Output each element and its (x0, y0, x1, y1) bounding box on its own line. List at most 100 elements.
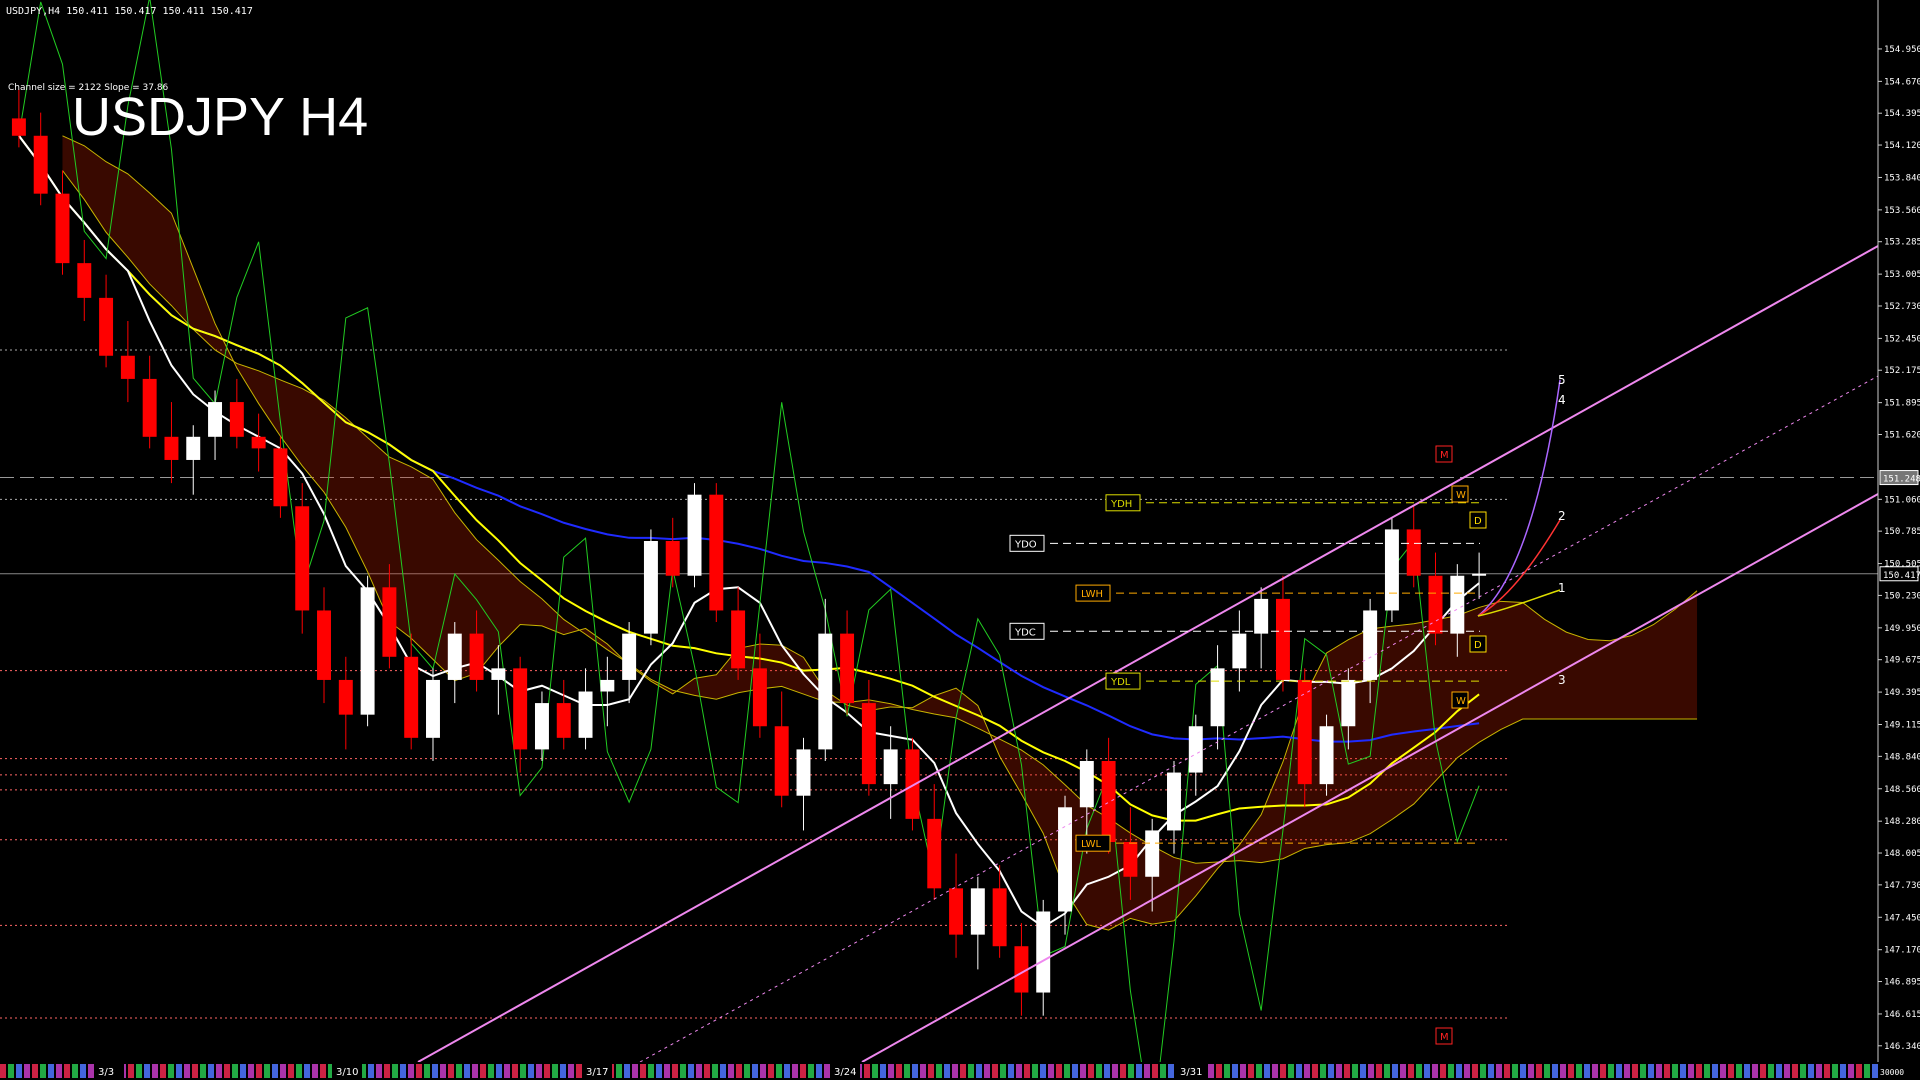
candle-body[interactable] (229, 402, 244, 437)
time-strip-cell (528, 1064, 534, 1078)
candle-body[interactable] (1472, 573, 1487, 576)
candle-body[interactable] (752, 668, 767, 727)
chart-title: USDJPY H4 (72, 87, 368, 147)
candle-body[interactable] (360, 587, 375, 715)
time-strip-cell (1048, 1064, 1054, 1078)
candle-body[interactable] (142, 378, 157, 437)
price-chart[interactable]: 5 4 2 1 3 YDH YDO LWH YDC YDL LWL M W D D W M 154.950 154… (0, 0, 1920, 1080)
candle-body[interactable] (600, 679, 615, 692)
candle-body[interactable] (164, 436, 179, 460)
candle-body[interactable] (1232, 633, 1247, 669)
time-strip-cell (1760, 1064, 1766, 1078)
candle-body[interactable] (992, 888, 1007, 947)
candle-body[interactable] (731, 610, 746, 669)
pivot-box-text: D (1474, 516, 1482, 527)
candle-body[interactable] (251, 436, 266, 449)
time-strip-cell (512, 1064, 518, 1078)
candle-body[interactable] (970, 888, 985, 935)
candle-body[interactable] (186, 436, 201, 460)
candle-body[interactable] (273, 448, 288, 507)
time-strip-cell (376, 1064, 382, 1078)
candle-body[interactable] (382, 587, 397, 657)
candle-body[interactable] (1123, 842, 1138, 877)
time-strip-cell (776, 1064, 782, 1078)
candle-body[interactable] (1384, 529, 1399, 611)
candle-body[interactable] (338, 679, 353, 715)
candle-body[interactable] (840, 633, 855, 704)
time-strip-cell (1544, 1064, 1550, 1078)
candle-body[interactable] (469, 633, 484, 680)
candle-body[interactable] (861, 703, 876, 785)
x-tick-label: 3/10 (336, 1067, 358, 1078)
candle-body[interactable] (33, 135, 48, 194)
candle-body[interactable] (99, 297, 114, 356)
time-strip-cell (712, 1064, 718, 1078)
time-strip-cell (1224, 1064, 1230, 1078)
candle-body[interactable] (1254, 598, 1269, 634)
candle-body[interactable] (774, 726, 789, 796)
candle-body[interactable] (1167, 772, 1181, 831)
time-strip-cell (1712, 1064, 1718, 1078)
candle-body[interactable] (1428, 575, 1443, 634)
candle-body[interactable] (578, 691, 593, 738)
candle-body[interactable] (1058, 807, 1072, 912)
candle-body[interactable] (818, 633, 833, 750)
candle-body[interactable] (11, 118, 26, 136)
time-strip-cell (1288, 1064, 1294, 1078)
candle-body[interactable] (1101, 760, 1116, 843)
candle-body[interactable] (1319, 726, 1334, 785)
candle-body[interactable] (709, 494, 724, 611)
time-strip-cell (160, 1064, 166, 1078)
candle-body[interactable] (1210, 668, 1225, 727)
candle-body[interactable] (622, 633, 637, 680)
time-strip-cell (568, 1064, 574, 1078)
candle-body[interactable] (491, 668, 506, 680)
candle-body[interactable] (77, 263, 92, 298)
y-tick-label: 148.280 (1884, 817, 1920, 827)
time-strip-cell (440, 1064, 446, 1078)
candle-body[interactable] (1188, 726, 1203, 773)
candle-body[interactable] (120, 355, 135, 379)
candle-body[interactable] (447, 633, 462, 680)
candle-body[interactable] (1297, 679, 1312, 785)
time-strip-cell (1864, 1064, 1870, 1078)
candle-body[interactable] (665, 541, 680, 576)
candle-body[interactable] (426, 679, 440, 738)
time-strip-cell (1848, 1064, 1854, 1078)
candle-body[interactable] (534, 703, 549, 750)
candle-body[interactable] (295, 506, 310, 611)
candle-body[interactable] (1450, 575, 1465, 634)
candle-body[interactable] (317, 610, 331, 680)
time-strip-cell (1240, 1064, 1246, 1078)
candle-body[interactable] (905, 749, 920, 819)
candle-body[interactable] (55, 193, 70, 264)
candle-body[interactable] (1341, 679, 1356, 727)
candle-body[interactable] (556, 703, 571, 738)
candle-body[interactable] (883, 749, 898, 785)
candle-body[interactable] (949, 888, 964, 935)
time-strip-cell (1160, 1064, 1166, 1078)
candle-body[interactable] (687, 494, 702, 576)
y-tick-label: 147.730 (1884, 881, 1920, 891)
candle-body[interactable] (927, 818, 942, 889)
wave-label: 2 (1558, 509, 1566, 523)
candle-body[interactable] (1145, 830, 1160, 877)
candle-body[interactable] (796, 749, 811, 796)
time-strip-cell (1552, 1064, 1558, 1078)
candle-body[interactable] (1275, 598, 1290, 680)
candle-body[interactable] (643, 541, 658, 634)
time-strip-cell (432, 1064, 438, 1078)
candle-body[interactable] (1363, 610, 1378, 680)
time-strip-cell (936, 1064, 942, 1078)
time-strip-cell (1592, 1064, 1598, 1078)
candle-body[interactable] (1406, 529, 1421, 576)
candle-body[interactable] (208, 402, 223, 437)
y-tick-label: 152.450 (1884, 334, 1920, 344)
candle-body[interactable] (1079, 760, 1094, 808)
time-strip-cell (960, 1064, 966, 1078)
time-strip-cell (648, 1064, 654, 1078)
time-strip-cell (176, 1064, 182, 1078)
candle-body[interactable] (404, 656, 419, 738)
candle-body[interactable] (1036, 911, 1051, 993)
candle-body[interactable] (513, 668, 528, 750)
